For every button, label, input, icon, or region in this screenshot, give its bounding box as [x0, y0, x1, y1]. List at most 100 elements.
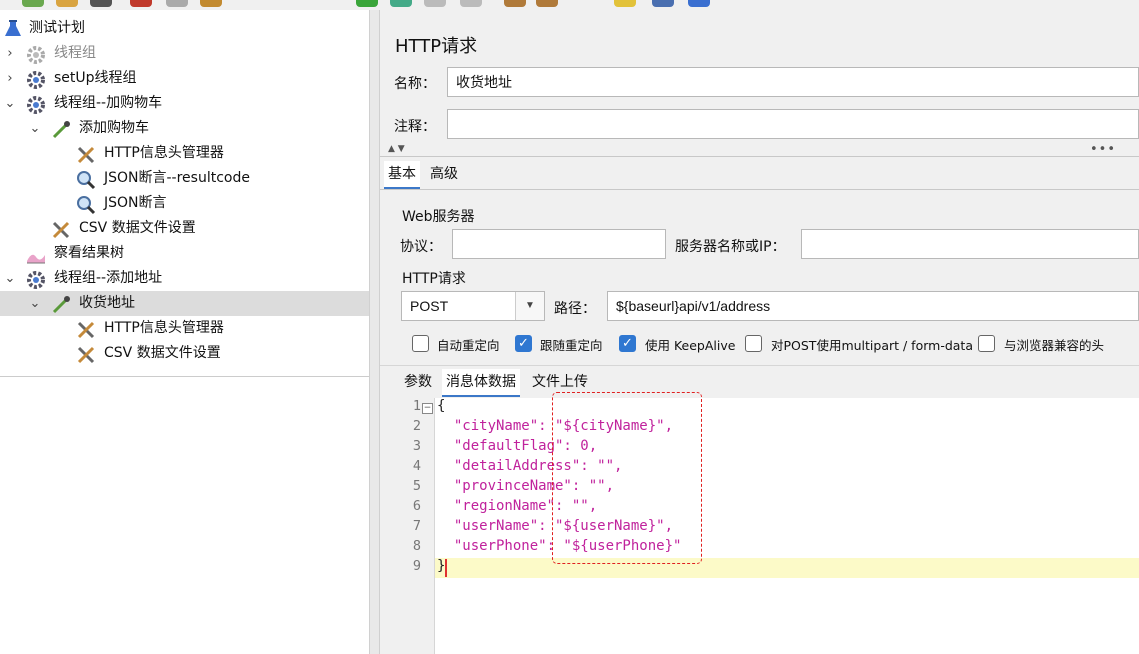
toolbar-icon[interactable]	[614, 0, 636, 7]
tree-item-setup-thread-group[interactable]: › setUp线程组	[0, 66, 369, 91]
tree-item-label: JSON断言	[104, 195, 167, 211]
toolbar-icon[interactable]	[200, 0, 222, 7]
chevron-down-icon[interactable]: ⌄	[2, 91, 18, 116]
toolbar-icon[interactable]	[504, 0, 526, 7]
browser-headers-label: 与浏览器兼容的头	[1004, 338, 1105, 353]
name-field[interactable]: 收货地址	[447, 67, 1139, 97]
toolbar-icon[interactable]	[356, 0, 378, 7]
tree-item-add-cart[interactable]: ⌄ 添加购物车	[0, 116, 369, 141]
line-number: 2	[412, 418, 421, 434]
tree-item-label: 收货地址	[79, 295, 135, 311]
chevron-down-icon[interactable]: ⌄	[27, 291, 43, 316]
auto-redirect-checkbox[interactable]	[412, 335, 429, 352]
tree-item-label: 添加购物车	[79, 120, 149, 136]
tab-panel-border	[380, 189, 1139, 190]
tree-item-csv-config-2[interactable]: CSV 数据文件设置	[0, 341, 369, 366]
tab-basic[interactable]: 基本	[384, 161, 420, 189]
toolbar-icon[interactable]	[424, 0, 446, 7]
gear-icon	[26, 95, 45, 114]
tree-item-label: 察看结果树	[54, 245, 124, 261]
fold-icon[interactable]: −	[422, 403, 433, 414]
multipart-checkbox[interactable]	[745, 335, 762, 352]
server-field[interactable]	[801, 229, 1139, 259]
line-number: 5	[412, 478, 421, 494]
name-label: 名称：	[394, 76, 436, 92]
keepalive-checkbox[interactable]: ✓	[619, 335, 636, 352]
tree-item-json-assert-resultcode[interactable]: JSON断言--resultcode	[0, 166, 369, 191]
tree-item-label: 线程组--加购物车	[54, 95, 163, 111]
tree-item-label: CSV 数据文件设置	[104, 345, 221, 361]
tools-icon	[76, 145, 95, 164]
tree-item-label: JSON断言--resultcode	[104, 170, 250, 186]
keepalive-label: 使用 KeepAlive	[645, 338, 736, 353]
tree-item-thread-group[interactable]: › 线程组	[0, 41, 369, 66]
follow-redirect-label: 跟随重定向	[540, 338, 603, 353]
gear-icon	[26, 270, 45, 289]
tools-icon	[76, 345, 95, 364]
toolbar-icon[interactable]	[56, 0, 78, 7]
line-number: 4	[412, 458, 421, 474]
current-line-highlight	[435, 558, 1139, 578]
multipart-label: 对POST使用multipart / form-data	[771, 338, 973, 353]
gear-icon	[26, 45, 45, 64]
annotation-highlight-box	[552, 392, 702, 564]
comment-field[interactable]	[447, 109, 1139, 139]
line-number: 9	[412, 558, 421, 574]
http-request-panel: HTTP请求 名称： 收货地址 注释： ▲ ▼ ••• 基本 高级 Web服务器…	[380, 10, 1139, 654]
line-number: 8	[412, 538, 421, 554]
toolbar-icon[interactable]	[166, 0, 188, 7]
toolbar-icon[interactable]	[536, 0, 558, 7]
comment-label: 注释：	[394, 119, 436, 135]
toolbar-icon[interactable]	[652, 0, 674, 7]
tree-item-header-manager-2[interactable]: HTTP信息头管理器	[0, 316, 369, 341]
toolbar-icon[interactable]	[130, 0, 152, 7]
panel-title: HTTP请求	[395, 36, 478, 57]
tree-item-header-manager[interactable]: HTTP信息头管理器	[0, 141, 369, 166]
path-label: 路径：	[554, 301, 596, 317]
tab-params[interactable]: 参数	[404, 369, 432, 395]
flask-icon	[4, 20, 22, 38]
tools-icon	[51, 220, 70, 239]
split-pane-divider[interactable]	[369, 10, 380, 654]
test-plan-tree: 测试计划 › 线程组 › setUp线程组 ⌄ 线程组--加购物车 ⌄ 添加购物…	[0, 10, 369, 654]
chevron-down-icon[interactable]: ⌄	[2, 266, 18, 291]
body-data-editor[interactable]: 1 2 3 4 5 6 7 8 9 − { "cityName": "${cit…	[397, 392, 1139, 654]
auto-redirect-label: 自动重定向	[437, 338, 500, 353]
section-separator	[380, 156, 1139, 157]
tree-item-shipping-address[interactable]: ⌄ 收货地址	[0, 291, 369, 316]
code-line: {	[437, 398, 446, 414]
toolbar-icon[interactable]	[460, 0, 482, 7]
line-number: 6	[412, 498, 421, 514]
toolbar-icon[interactable]	[22, 0, 44, 7]
toolbar-icon[interactable]	[90, 0, 112, 7]
chevron-down-icon[interactable]: ⌄	[27, 116, 43, 141]
tab-advanced[interactable]: 高级	[428, 161, 460, 187]
toolbar	[0, 0, 1139, 10]
server-label: 服务器名称或IP：	[675, 239, 786, 255]
tree-item-thread-group-cart[interactable]: ⌄ 线程组--加购物车	[0, 91, 369, 116]
dropdown-arrow-icon[interactable]: ▼	[515, 292, 544, 320]
tree-item-json-assert[interactable]: JSON断言	[0, 191, 369, 216]
follow-redirect-checkbox[interactable]: ✓	[515, 335, 532, 352]
more-icon[interactable]: •••	[1090, 142, 1116, 157]
tree-item-csv-config[interactable]: CSV 数据文件设置	[0, 216, 369, 241]
tab-body-data[interactable]: 消息体数据	[442, 369, 520, 397]
http-request-group-label: HTTP请求	[402, 271, 466, 287]
toolbar-icon[interactable]	[390, 0, 412, 7]
tree-item-results-tree[interactable]: 察看结果树	[0, 241, 369, 266]
collapse-arrows-icon[interactable]: ▲ ▼	[388, 144, 405, 154]
line-number: 1	[412, 398, 421, 414]
chevron-right-icon[interactable]: ›	[2, 41, 18, 66]
text-cursor	[445, 559, 447, 577]
method-select[interactable]: POST ▼	[401, 291, 545, 321]
chart-icon	[26, 245, 45, 264]
chevron-right-icon[interactable]: ›	[2, 66, 18, 91]
tree-item-thread-group-address[interactable]: ⌄ 线程组--添加地址	[0, 266, 369, 291]
tree-item-test-plan[interactable]: 测试计划	[0, 16, 369, 41]
pipette-icon	[51, 120, 70, 139]
tree-item-label: HTTP信息头管理器	[104, 320, 224, 336]
browser-headers-checkbox[interactable]	[978, 335, 995, 352]
protocol-field[interactable]	[452, 229, 666, 259]
toolbar-icon[interactable]	[688, 0, 710, 7]
path-field[interactable]: ${baseurl}api/v1/address	[607, 291, 1139, 321]
